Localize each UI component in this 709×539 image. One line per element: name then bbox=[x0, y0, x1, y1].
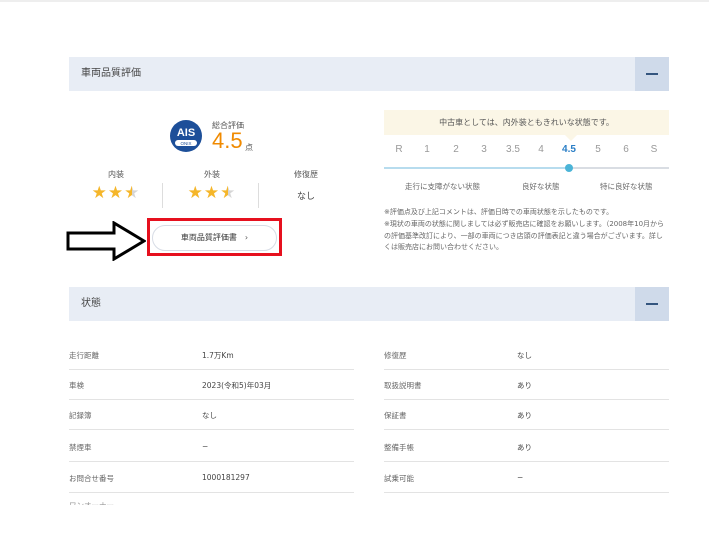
scale-marker bbox=[565, 164, 573, 172]
star-full-icon: ★ bbox=[107, 183, 125, 203]
grade-label: 4 bbox=[538, 144, 544, 155]
grade-label-active: 4.5 bbox=[562, 144, 576, 155]
grade-scale: R 1 2 3 3.5 4 4.5 5 6 S bbox=[384, 144, 669, 160]
note-text: ※現状の車両の状態に関しましては必ず販売店に確認をお願いします。（2008年10… bbox=[384, 220, 665, 251]
grade-label: S bbox=[650, 144, 658, 155]
scale-desc-high: 特に良好な状態 bbox=[600, 182, 653, 191]
logo-subtext: ONIX bbox=[180, 141, 191, 146]
star-half-icon: ★ bbox=[124, 183, 141, 203]
grade-label: 3 bbox=[481, 144, 487, 155]
right-arrow-icon bbox=[66, 221, 146, 261]
grade-label: 3.5 bbox=[506, 144, 520, 155]
collapse-toggle-button[interactable] bbox=[635, 57, 669, 91]
collapse-toggle-button[interactable] bbox=[635, 287, 669, 321]
overall-score: 4.5 bbox=[212, 128, 243, 153]
grade-label: 2 bbox=[453, 144, 459, 155]
detail-label: 試乗可能 bbox=[384, 474, 414, 483]
detail-row: 車検 2023(令和5)年03月 bbox=[69, 370, 354, 400]
detail-value: あり bbox=[517, 411, 532, 420]
detail-label: 整備手帳 bbox=[384, 443, 414, 452]
detail-label: 修復歴 bbox=[384, 351, 407, 360]
banner-pointer bbox=[565, 135, 577, 141]
ais-logo: AIS ONIX bbox=[170, 120, 202, 152]
scale-fill bbox=[384, 167, 570, 169]
highlight-box bbox=[147, 218, 282, 256]
exterior-label: 外装 bbox=[204, 170, 220, 179]
repair-history-label: 修復歴 bbox=[294, 170, 318, 179]
detail-row: 走行距離 1.7万Km bbox=[69, 340, 354, 370]
detail-value: あり bbox=[517, 443, 532, 452]
interior-stars: ★★★ bbox=[86, 183, 146, 203]
detail-value: − bbox=[517, 473, 524, 482]
grade-label: 5 bbox=[595, 144, 601, 155]
detail-row: 取扱説明書 あり bbox=[384, 370, 669, 400]
detail-label: 保証書 bbox=[384, 411, 407, 420]
top-border bbox=[0, 0, 709, 2]
status-section-header[interactable]: 状態 bbox=[69, 287, 669, 321]
detail-value: − bbox=[202, 442, 209, 451]
minus-icon bbox=[646, 303, 658, 305]
detail-label: 車検 bbox=[69, 381, 84, 390]
star-half-icon: ★ bbox=[220, 183, 237, 203]
overall-unit: 点 bbox=[245, 143, 253, 152]
detail-label: 走行距離 bbox=[69, 351, 99, 360]
divider bbox=[258, 183, 259, 208]
scale-desc-low: 走行に支障がない状態 bbox=[405, 182, 480, 191]
quality-section-header[interactable]: 車両品質評価 bbox=[69, 57, 669, 91]
logo-text: AIS bbox=[177, 127, 195, 139]
interior-label: 内装 bbox=[108, 170, 124, 179]
detail-row: 記録簿 なし bbox=[69, 400, 354, 430]
grade-label: 6 bbox=[623, 144, 629, 155]
detail-row: 試乗可能 − bbox=[384, 463, 669, 493]
detail-label: 記録簿 bbox=[69, 411, 92, 420]
grade-label: 1 bbox=[424, 144, 430, 155]
detail-label: 取扱説明書 bbox=[384, 381, 422, 390]
divider bbox=[162, 183, 163, 208]
star-full-icon: ★ bbox=[187, 183, 204, 203]
detail-value: 1.7万Km bbox=[202, 351, 234, 360]
detail-value: なし bbox=[517, 351, 532, 360]
detail-value: 2023(令和5)年03月 bbox=[202, 381, 272, 390]
star-full-icon: ★ bbox=[91, 183, 108, 203]
detail-label: 禁煙車 bbox=[69, 443, 92, 452]
detail-row: 整備手帳 あり bbox=[384, 432, 669, 462]
grade-label: R bbox=[395, 144, 403, 155]
detail-row: 禁煙車 − bbox=[69, 432, 354, 462]
detail-value: あり bbox=[517, 381, 532, 390]
detail-row: お問合せ番号 1000181297 bbox=[69, 463, 354, 493]
section-title: 状態 bbox=[81, 298, 101, 309]
detail-row: 修復歴 なし bbox=[384, 340, 669, 370]
note-text: ※評価点及び上記コメントは、評価日時での車両状態を示したものです。 bbox=[384, 208, 614, 216]
detail-value: 1000181297 bbox=[202, 473, 250, 482]
partial-row-label: ワンオーナー bbox=[69, 500, 114, 505]
scale-desc-mid: 良好な状態 bbox=[522, 182, 560, 191]
grade-comment-banner: 中古車としては、内外装ともきれいな状態です。 bbox=[384, 110, 669, 135]
star-full-icon: ★ bbox=[203, 183, 221, 203]
detail-row: 保証書 あり bbox=[384, 400, 669, 430]
detail-label: お問合せ番号 bbox=[69, 474, 114, 483]
repair-history-value: なし bbox=[296, 192, 315, 202]
detail-value: なし bbox=[202, 411, 217, 420]
exterior-stars: ★★★ bbox=[182, 183, 242, 203]
minus-icon bbox=[646, 73, 658, 75]
section-title: 車両品質評価 bbox=[81, 68, 141, 79]
